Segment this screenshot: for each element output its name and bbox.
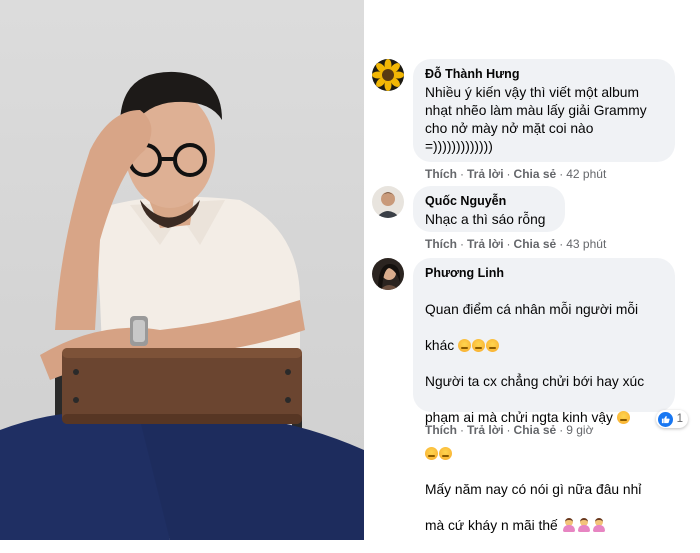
comment-line: khác <box>425 337 663 355</box>
reply-link[interactable]: Trả lời <box>467 237 504 251</box>
like-link[interactable]: Thích <box>425 237 457 251</box>
profile-photo-icon <box>372 258 404 290</box>
comment-text: Nhiều ý kiến vậy thì viết một album nhạt… <box>425 85 647 154</box>
portrait-illustration <box>0 71 364 540</box>
comment-1: Đỗ Thành Hưng Nhiều ý kiến vậy thì viết … <box>372 59 694 189</box>
comment-line: Quan điểm cá nhân mỗi người mỗi <box>425 302 639 317</box>
comment-actions: Thích · Trả lời · Chia sẻ · 9 giờ <box>425 423 594 437</box>
comment-line: mà cứ kháy n mãi thế <box>425 517 663 535</box>
share-link[interactable]: Chia sẻ <box>514 237 557 251</box>
person-gesturing-emoji <box>577 518 591 532</box>
comments-section: Đỗ Thành Hưng Nhiều ý kiến vậy thì viết … <box>364 0 700 540</box>
share-link[interactable]: Chia sẻ <box>514 167 557 181</box>
avatar[interactable] <box>372 59 404 91</box>
comment-3: Phương Linh Quan điểm cá nhân mỗi người … <box>372 258 694 533</box>
profile-photo-icon <box>372 186 404 218</box>
like-link[interactable]: Thích <box>425 423 457 437</box>
pensive-face-emoji <box>425 447 438 460</box>
comment-2: Quốc Nguyễn Nhạc a thì sáo rỗng Thích · Tr… <box>372 186 694 256</box>
share-link[interactable]: Chia sẻ <box>514 423 557 437</box>
comment-line <box>425 445 663 463</box>
person-gesturing-emoji <box>592 518 606 532</box>
pensive-face-emoji <box>439 447 452 460</box>
comment-bubble: Quốc Nguyễn Nhạc a thì sáo rỗng <box>413 186 565 232</box>
comment-line: Mấy năm nay có nói gì nữa đâu nhỉ <box>425 482 642 497</box>
comment-author[interactable]: Phương Linh <box>425 266 663 280</box>
sunflower-avatar-icon <box>372 59 404 91</box>
reply-link[interactable]: Trả lời <box>467 167 504 181</box>
comment-bubble: Đỗ Thành Hưng Nhiều ý kiến vậy thì viết … <box>413 59 675 162</box>
comment-bubble: Phương Linh Quan điểm cá nhân mỗi người … <box>413 258 675 533</box>
avatar[interactable] <box>372 258 404 290</box>
comment-actions: Thích · Trả lời · Chia sẻ · 42 phút <box>425 167 607 181</box>
pensive-face-emoji <box>486 339 499 352</box>
reply-link[interactable]: Trả lời <box>467 423 504 437</box>
timestamp[interactable]: 9 giờ <box>566 423 593 437</box>
pensive-face-emoji <box>472 339 485 352</box>
comment-author[interactable]: Quốc Nguyễn <box>425 194 553 208</box>
like-icon <box>657 411 673 427</box>
comment-text: Nhạc a thì sáo rỗng <box>425 212 546 227</box>
pensive-face-emoji <box>616 411 630 424</box>
timestamp[interactable]: 42 phút <box>566 167 606 181</box>
person-gesturing-emoji <box>562 518 576 532</box>
reaction-count: 1 <box>676 413 683 425</box>
reaction-badge[interactable]: 1 <box>655 410 688 428</box>
timestamp[interactable]: 43 phút <box>566 237 606 251</box>
comment-line-text: khác <box>425 338 455 353</box>
comment-actions: Thích · Trả lời · Chia sẻ · 43 phút <box>425 237 607 251</box>
comment-author[interactable]: Đỗ Thành Hưng <box>425 67 663 81</box>
comment-text: Quan điểm cá nhân mỗi người mỗi khác Ngư… <box>425 283 663 553</box>
comment-line-text: mà cứ kháy n mãi thế <box>425 518 558 533</box>
avatar[interactable] <box>372 186 404 218</box>
comment-line: Người ta cx chẳng chửi bới hay xúc <box>425 374 645 389</box>
like-link[interactable]: Thích <box>425 167 457 181</box>
pensive-face-emoji <box>458 339 471 352</box>
photo-man-on-chair <box>0 0 364 540</box>
